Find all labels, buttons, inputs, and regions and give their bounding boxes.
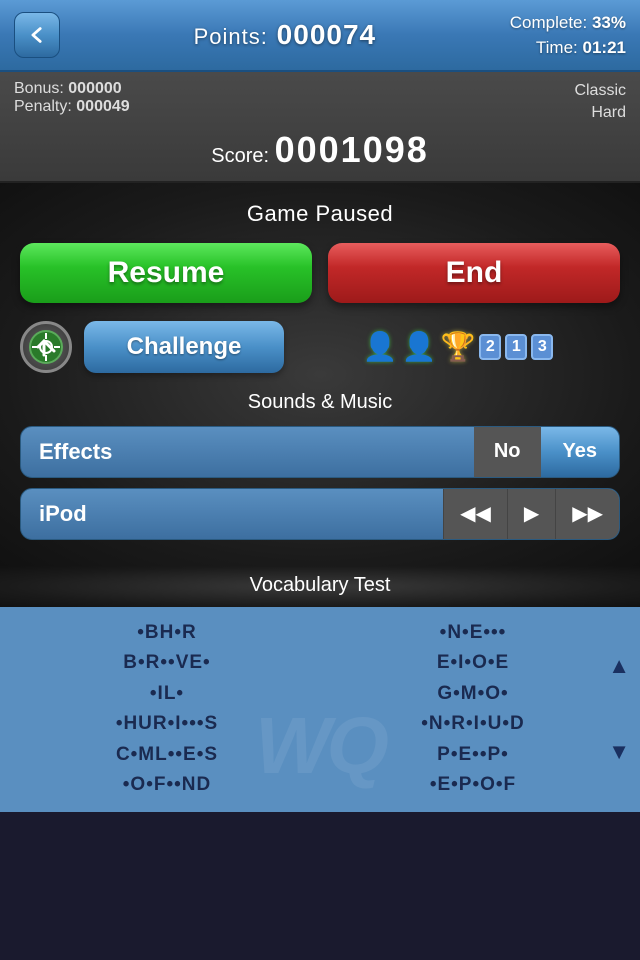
left-word-column: •BH•R B•R••VE• •IL• •HUR•I•••S C•ML••E•S…	[14, 619, 320, 800]
mode-display: Classic Hard	[574, 80, 626, 125]
list-item: •HUR•I•••S	[14, 710, 320, 739]
list-item: •N•R•I•U•D	[320, 710, 626, 739]
trophy-icon: 🏆	[440, 330, 475, 363]
list-item: E•I•O•E	[320, 649, 626, 678]
time-display: Time: 01:21	[510, 35, 626, 61]
right-word-column: •N•E••• E•I•O•E G•M•O• •N•R•I•U•D P•E••P…	[320, 619, 626, 800]
list-item: B•R••VE•	[14, 649, 320, 678]
score-label: Score:	[211, 145, 269, 167]
challenge-row: Challenge 👤 👤 🏆 2 1 3	[20, 321, 620, 373]
score-value: 0001098	[275, 129, 429, 170]
badge-3: 3	[531, 334, 553, 360]
scroll-arrows: ▲ ▼	[608, 653, 630, 765]
ipod-row: iPod ◀◀ ▶ ▶▶	[20, 488, 620, 540]
complete-display: Complete: 33%	[510, 10, 626, 36]
bonus-display: Bonus: 000000	[14, 80, 130, 98]
resume-end-row: Resume End	[20, 243, 620, 303]
vocab-header: Vocabulary Test	[0, 566, 640, 607]
score-display: Score: 0001098	[14, 129, 626, 171]
effects-label: Effects	[21, 439, 474, 465]
ipod-controls: ◀◀ ▶ ▶▶	[443, 489, 619, 539]
list-item: •E•P•O•F	[320, 771, 626, 800]
points-label: Points:	[194, 24, 268, 49]
challenge-button[interactable]: Challenge	[84, 321, 284, 373]
main-content: Game Paused Resume End Challenge 👤 👤 🏆 2…	[0, 183, 640, 566]
person-icon1: 👤	[363, 330, 398, 363]
bonus-penalty-row: Bonus: 000000 Penalty: 000049 Classic Ha…	[14, 80, 626, 125]
list-item: P•E••P•	[320, 741, 626, 770]
ipod-forward-button[interactable]: ▶▶	[555, 489, 619, 539]
vocab-label: Vocabulary Test	[0, 574, 640, 597]
ipod-label: iPod	[21, 501, 443, 527]
word-grid: WQ •BH•R B•R••VE• •IL• •HUR•I•••S C•ML••…	[0, 607, 640, 812]
bonus-label: Bonus:	[14, 80, 64, 97]
effects-yes-button[interactable]: Yes	[541, 427, 619, 477]
end-button[interactable]: End	[328, 243, 620, 303]
word-columns: •BH•R B•R••VE• •IL• •HUR•I•••S C•ML••E•S…	[0, 619, 640, 800]
person-icon2: 👤	[402, 330, 437, 363]
effects-options: No Yes	[474, 427, 619, 477]
scroll-down-arrow[interactable]: ▼	[608, 739, 630, 765]
score-bar: Bonus: 000000 Penalty: 000049 Classic Ha…	[0, 72, 640, 183]
penalty-label: Penalty:	[14, 98, 72, 115]
time-value: 01:21	[583, 38, 626, 57]
scroll-up-arrow[interactable]: ▲	[608, 653, 630, 679]
list-item: G•M•O•	[320, 680, 626, 709]
complete-label: Complete:	[510, 13, 587, 32]
progress-display: Complete: 33% Time: 01:21	[510, 10, 626, 61]
badge-2: 1	[505, 334, 527, 360]
points-value: 000074	[277, 19, 376, 50]
list-item: •BH•R	[14, 619, 320, 648]
resume-button[interactable]: Resume	[20, 243, 312, 303]
bonus-value: 000000	[68, 80, 121, 97]
top-bar: Points: 000074 Complete: 33% Time: 01:21	[0, 0, 640, 72]
effects-toggle-row: Effects No Yes	[20, 426, 620, 478]
penalty-display: Penalty: 000049	[14, 98, 130, 116]
game-paused-label: Game Paused	[20, 201, 620, 227]
list-item: •N•E•••	[320, 619, 626, 648]
back-button[interactable]	[14, 12, 60, 58]
ipod-play-button[interactable]: ▶	[507, 489, 555, 539]
mode-line2: Hard	[574, 102, 626, 124]
time-label: Time:	[536, 38, 578, 57]
challenge-badges: 👤 👤 🏆 2 1 3	[296, 330, 620, 363]
ipod-rewind-button[interactable]: ◀◀	[443, 489, 507, 539]
bonus-penalty-left: Bonus: 000000 Penalty: 000049	[14, 80, 130, 125]
effects-no-button[interactable]: No	[474, 427, 541, 477]
list-item: C•ML••E•S	[14, 741, 320, 770]
list-item: •O•F••ND	[14, 771, 320, 800]
points-display: Points: 000074	[194, 19, 376, 51]
badge-1: 2	[479, 334, 501, 360]
mode-line1: Classic	[574, 80, 626, 102]
list-item: •IL•	[14, 680, 320, 709]
challenge-icon	[20, 321, 72, 373]
vocab-section: Vocabulary Test WQ •BH•R B•R••VE• •IL• •…	[0, 566, 640, 812]
sounds-label: Sounds & Music	[20, 391, 620, 414]
complete-value: 33%	[592, 13, 626, 32]
penalty-value: 000049	[76, 98, 129, 115]
